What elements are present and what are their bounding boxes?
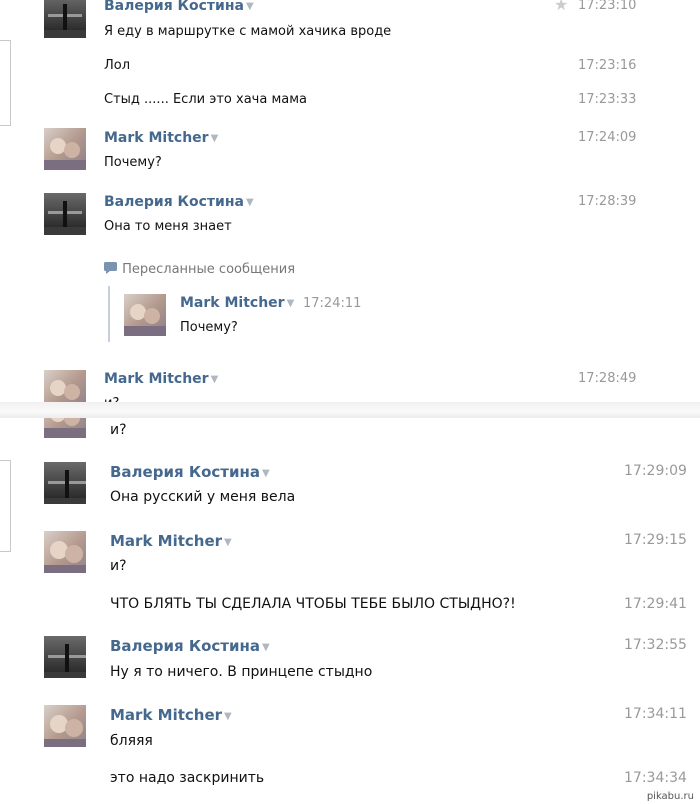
chevron-down-icon[interactable]: ▼ <box>246 1 254 12</box>
message-time: 17:32:55 <box>624 637 687 653</box>
author-name[interactable]: Валерия Костина ▼ <box>110 637 270 655</box>
chat-panel-bottom: и? Валерия Костина ▼ 17:29:09 Она русский… <box>0 418 700 804</box>
message-text: Ну я то ничего. В принцепе стыдно <box>110 664 373 680</box>
chevron-down-icon[interactable]: ▼ <box>246 197 254 208</box>
author-name[interactable]: Mark Mitcher ▼ <box>104 371 218 387</box>
avatar-mark[interactable] <box>44 705 86 747</box>
forwarded-quote-bar <box>108 286 110 342</box>
message-time: 17:29:41 <box>624 596 687 612</box>
message-text: Она русский у меня вела <box>110 489 296 505</box>
chevron-down-icon[interactable]: ▼ <box>211 133 219 144</box>
author-name[interactable]: Валерия Костина ▼ <box>104 0 254 14</box>
forwarded-label: Пересланные сообщения <box>122 262 296 277</box>
avatar-valeria[interactable] <box>44 462 86 504</box>
avatar-valeria[interactable] <box>44 0 86 38</box>
message-time: 17:28:39 <box>578 194 637 209</box>
avatar-mark[interactable] <box>44 418 86 438</box>
message-text: Она то меня знает <box>104 219 232 234</box>
message-text: Я еду в маршрутке с мамой хачика вроде <box>104 24 392 39</box>
message-time: 17:23:33 <box>578 92 637 107</box>
author-name[interactable]: Mark Mitcher ▼ <box>110 706 232 724</box>
avatar-mark[interactable] <box>124 294 166 336</box>
message-time: 17:34:11 <box>624 706 687 722</box>
chevron-down-icon[interactable]: ▼ <box>287 298 295 309</box>
message-time: 17:23:16 <box>578 58 637 73</box>
chat-panel-top: Валерия Костина ▼ ★ 17:23:10 Я еду в марш… <box>0 0 700 402</box>
chevron-down-icon[interactable]: ▼ <box>211 374 219 385</box>
forwarded-author[interactable]: Mark Mitcher ▼ <box>180 295 294 311</box>
message-text: и? <box>110 422 127 438</box>
message-text: Лол <box>104 58 131 73</box>
forwarded-text: Почему? <box>180 320 238 335</box>
message-time: 17:24:09 <box>578 130 637 145</box>
avatar-mark[interactable] <box>44 128 86 170</box>
author-name[interactable]: Валерия Костина ▼ <box>104 194 254 210</box>
forwarded-time: 17:24:11 <box>303 296 362 311</box>
message-text: Стыд ...... Если это хача мама <box>104 92 307 107</box>
message-text: это надо заскринить <box>110 770 265 786</box>
message-time: 17:23:10 <box>578 0 637 13</box>
message-time: 17:28:49 <box>578 371 637 386</box>
message-time: 17:29:09 <box>624 463 687 479</box>
avatar-valeria[interactable] <box>44 193 86 235</box>
watermark: pikabu.ru <box>644 791 696 802</box>
avatar-valeria[interactable] <box>44 636 86 678</box>
message-text: Почему? <box>104 155 162 170</box>
author-name[interactable]: Mark Mitcher ▼ <box>104 130 218 146</box>
message-time: 17:34:34 <box>624 770 687 786</box>
message-text: бляяя <box>110 733 153 749</box>
author-name[interactable]: Валерия Костина ▼ <box>110 463 270 481</box>
message-time: 17:29:15 <box>624 532 687 548</box>
avatar-mark[interactable] <box>44 370 86 402</box>
avatar-mark[interactable] <box>44 531 86 573</box>
message-text: ЧТО БЛЯТЬ ТЫ СДЕЛАЛА ЧТОБЫ ТЕБЕ БЫЛО СТЫ… <box>110 596 516 612</box>
star-icon[interactable]: ★ <box>554 0 568 14</box>
forwarded-header[interactable]: Пересланные сообщения <box>104 258 295 277</box>
chevron-down-icon[interactable]: ▼ <box>262 468 270 479</box>
scroll-edge <box>0 40 11 126</box>
chevron-down-icon[interactable]: ▼ <box>224 711 232 722</box>
message-text: и? <box>110 558 127 574</box>
scroll-edge <box>0 460 11 552</box>
chevron-down-icon[interactable]: ▼ <box>262 642 270 653</box>
speech-bubble-icon <box>104 262 117 274</box>
author-name[interactable]: Mark Mitcher ▼ <box>110 532 232 550</box>
screenshot-divider <box>0 402 700 418</box>
chevron-down-icon[interactable]: ▼ <box>224 537 232 548</box>
